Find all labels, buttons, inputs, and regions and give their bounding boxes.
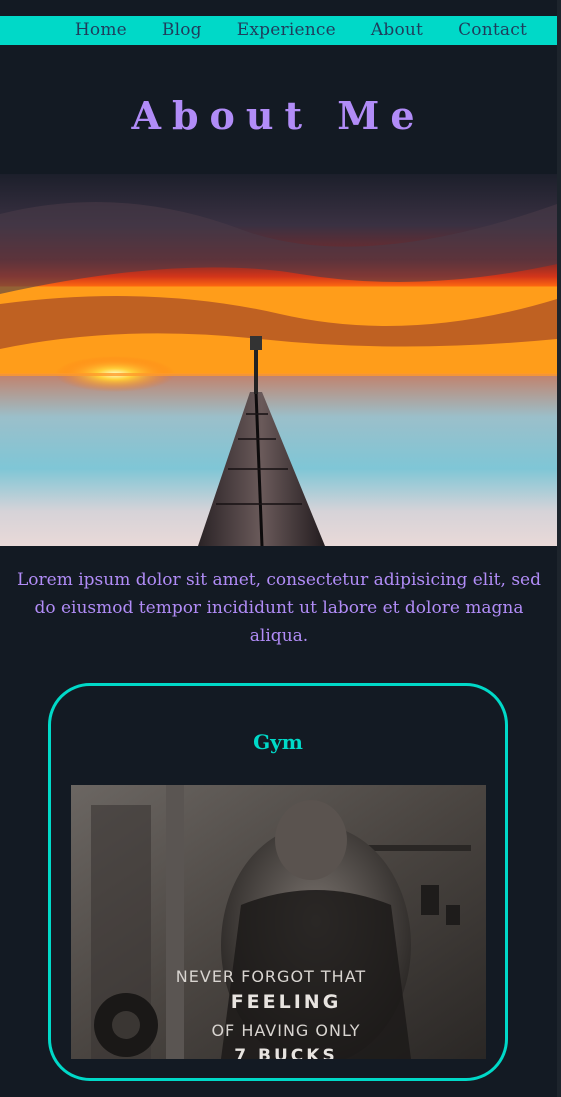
hero-sunset-image [0, 174, 557, 546]
gym-image-caption-line4: 7 BUCKS [234, 1046, 337, 1059]
page: Home Blog Experience About Contact About… [0, 0, 561, 1097]
gym-image-caption-line2: FEELING [231, 991, 342, 1013]
gym-card: Gym NEVER FORGOT THAT FEELING OF HAVING … [48, 683, 508, 1081]
gym-image: NEVER FORGOT THAT FEELING OF HAVING ONLY… [71, 785, 486, 1059]
nav-home-link[interactable]: Home [75, 16, 127, 45]
nav-contact-link[interactable]: Contact [458, 16, 527, 45]
nav-blog-link[interactable]: Blog [162, 16, 202, 45]
gym-image-caption-line1: NEVER FORGOT THAT [176, 967, 366, 986]
nav-experience-link[interactable]: Experience [237, 16, 336, 45]
page-title: About Me [131, 93, 426, 138]
scrollbar-track[interactable] [557, 0, 561, 1097]
intro-paragraph: Lorem ipsum dolor sit amet, consectetur … [16, 570, 541, 646]
nav-about-link[interactable]: About [371, 16, 423, 45]
top-nav: Home Blog Experience About Contact [0, 16, 557, 45]
card-title: Gym [253, 730, 303, 754]
gym-image-caption-line3: OF HAVING ONLY [211, 1021, 360, 1040]
